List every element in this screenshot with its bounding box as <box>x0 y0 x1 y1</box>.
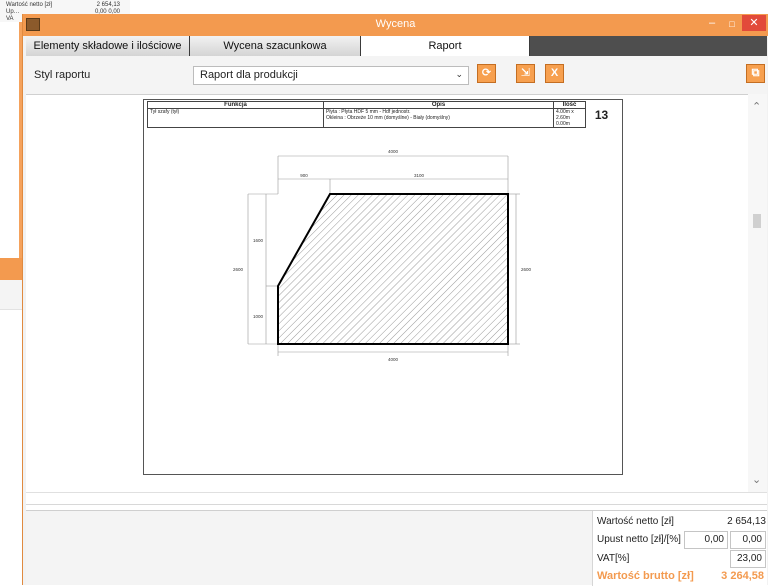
net-value: 2 654,13 <box>727 516 766 527</box>
scroll-down-icon[interactable]: ⌄ <box>752 473 761 486</box>
maximize-button[interactable]: □ <box>724 19 740 29</box>
price-summary: Wartość netto [zł] 2 654,13 Upust netto … <box>592 511 767 586</box>
bg-discount-label: Up… <box>6 9 20 15</box>
scroll-up-icon[interactable]: ⌃ <box>752 100 761 113</box>
tab-wycena-szacunkowa[interactable]: Wycena szacunkowa <box>190 36 361 56</box>
report-horizontal-area <box>26 492 767 510</box>
net-value-row: Wartość netto [zł] 2 654,13 <box>593 513 768 531</box>
gross-value: 3 264,58 <box>721 570 764 582</box>
divider <box>26 504 767 505</box>
discount-amount-input[interactable]: 0,00 <box>684 531 728 549</box>
col-description-header: Opis <box>323 101 554 109</box>
wycena-window: Wycena – □ ✕ Elementy składowe i ilościo… <box>22 14 768 586</box>
discount-percent-input[interactable]: 0,00 <box>730 531 766 549</box>
settings-icon[interactable]: ⧉ <box>746 64 765 83</box>
discount-row: Upust netto [zł]/[%] 0,00 0,00 <box>593 531 768 549</box>
quantity-cell: 4.00m x 2.60m 0.00m <box>553 108 586 128</box>
dim-bottom-total: 4000 <box>388 357 399 362</box>
window-title: Wycena <box>375 18 416 30</box>
report-style-label: Styl raportu <box>34 69 91 81</box>
tab-bar: Elementy składowe i ilościowe Wycena sza… <box>26 36 767 56</box>
report-page: Funkcja Opis Ilość 13 Tył szafy (tył) Pł… <box>143 99 623 475</box>
net-value-label: Wartość netto [zł] <box>597 516 674 527</box>
dim-left-lower: 1000 <box>253 314 264 319</box>
gross-value-row: Wartość brutto [zł] 3 264,58 <box>593 567 768 586</box>
vat-label: VAT[%] <box>597 553 630 564</box>
report-style-value: Raport dla produkcji <box>200 69 298 81</box>
report-table: Funkcja Opis Ilość 13 Tył szafy (tył) Pł… <box>147 101 617 128</box>
report-toolbar: Styl raportu Raport dla produkcji ⌄ ⟳ ⇲ … <box>26 56 767 94</box>
desc-edge: Okleina : Obrzeże 10 mm (domyślne) - Bia… <box>326 115 450 121</box>
dim-right-total: 2600 <box>521 267 532 272</box>
report-preview[interactable]: Funkcja Opis Ilość 13 Tył szafy (tył) Pł… <box>26 94 748 492</box>
titlebar[interactable]: Wycena – □ ✕ <box>23 14 768 36</box>
gross-value-label: Wartość brutto [zł] <box>597 570 694 582</box>
discount-label: Upust netto [zł]/[%] <box>597 534 681 545</box>
vat-row: VAT[%] 23,00 <box>593 550 768 568</box>
dim-left-upper: 1600 <box>253 238 264 243</box>
scroll-thumb[interactable] <box>753 214 761 228</box>
qty-dimensions: 4.00m x 2.60m <box>556 109 574 121</box>
minimize-button[interactable]: – <box>704 17 720 29</box>
panel-drawing: 4000 900 3100 2600 1600 1000 2600 4000 <box>233 149 532 362</box>
bg-net-value: 2 654,13 <box>96 2 120 8</box>
close-button[interactable]: ✕ <box>742 15 766 31</box>
export-icon[interactable]: ⇲ <box>516 64 535 83</box>
dim-left-total: 2600 <box>233 267 244 272</box>
tab-raport[interactable]: Raport <box>361 36 530 56</box>
chevron-down-icon[interactable]: ⌄ <box>455 69 463 80</box>
bg-net-label: Wartość netto [zł] <box>6 2 53 8</box>
element-number: 13 <box>594 107 609 122</box>
report-style-select[interactable]: Raport dla produkcji ⌄ <box>193 66 469 85</box>
vat-input[interactable]: 23,00 <box>730 550 766 568</box>
col-quantity-header: Ilość <box>553 101 586 109</box>
col-function-header: Funkcja <box>147 101 324 109</box>
panel-shape <box>277 193 509 345</box>
dim-top-right: 3100 <box>414 173 425 178</box>
refresh-icon[interactable]: ⟳ <box>477 64 496 83</box>
excel-export-icon[interactable]: X <box>545 64 564 83</box>
function-cell: Tył szafy (tył) <box>147 108 324 128</box>
dim-top-total: 4000 <box>388 149 399 154</box>
background-window-edge <box>0 22 22 260</box>
dim-top-left: 900 <box>300 173 308 178</box>
tab-elementy[interactable]: Elementy składowe i ilościowe <box>26 36 190 56</box>
report-scrollbar[interactable]: ⌃ ⌄ <box>748 94 767 492</box>
description-cell: Płyta : Płyta HDF 5 mm - Hdf jednostr. O… <box>323 108 554 128</box>
footer-panel: Wartość netto [zł] 2 654,13 Upust netto … <box>26 510 767 586</box>
